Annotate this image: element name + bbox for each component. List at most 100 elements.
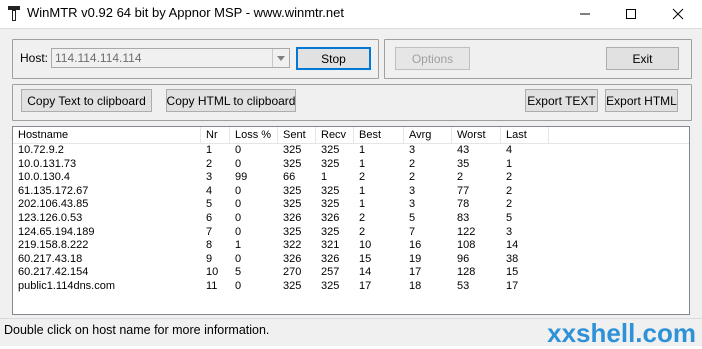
- host-label: Host:: [20, 51, 49, 65]
- cell-recv: 325: [321, 280, 340, 292]
- cell-recv: 1: [321, 171, 328, 184]
- cell-hostname[interactable]: 10.0.130.4: [13, 171, 70, 184]
- export-html-button[interactable]: Export HTML: [605, 89, 678, 112]
- cell-hostname[interactable]: public1.114dns.com: [13, 280, 115, 293]
- table-row[interactable]: 10.72.9.2 1 0 325 325 1 3 43 4: [13, 144, 689, 158]
- cell-recv: 325: [321, 225, 340, 238]
- cell-last: 4: [506, 144, 513, 156]
- table-row[interactable]: 60.217.42.154 10 5 270 257 14 17 128 15: [13, 266, 689, 280]
- cell-worst: 108: [457, 239, 476, 252]
- column-header-worst[interactable]: Worst: [452, 127, 501, 143]
- column-header-nr[interactable]: Nr: [201, 127, 230, 143]
- cell-nr: 9: [206, 252, 213, 265]
- cell-best: 1: [359, 184, 366, 197]
- table-row[interactable]: 10.0.131.73 2 0 325 325 1 2 35 1: [13, 158, 689, 172]
- cell-recv: 325: [321, 157, 340, 170]
- table-row[interactable]: 61.135.172.67 4 0 325 325 1 3 77 2: [13, 185, 689, 199]
- copy-text-button[interactable]: Copy Text to clipboard: [21, 89, 152, 112]
- column-header-sent[interactable]: Sent: [278, 127, 316, 143]
- stop-button[interactable]: Stop: [296, 47, 371, 70]
- cell-hostname[interactable]: 10.0.131.73: [13, 158, 76, 171]
- cell-loss: 0: [235, 144, 242, 156]
- cell-nr: 5: [206, 198, 213, 211]
- results-table[interactable]: Hostname Nr Loss % Sent Recv Best Avrg W…: [12, 126, 690, 315]
- cell-sent: 325: [283, 225, 302, 238]
- cell-worst: 2: [457, 171, 464, 184]
- cell-loss: 0: [235, 225, 242, 238]
- column-header-avrg[interactable]: Avrg: [404, 127, 452, 143]
- cell-hostname[interactable]: 61.135.172.67: [13, 185, 88, 198]
- chevron-down-icon: [277, 55, 285, 61]
- cell-loss: 99: [235, 171, 248, 184]
- cell-hostname[interactable]: 123.126.0.53: [13, 212, 82, 225]
- cell-hostname[interactable]: 124.65.194.189: [13, 226, 94, 239]
- export-text-button[interactable]: Export TEXT: [525, 89, 598, 112]
- cell-last: 17: [506, 280, 519, 292]
- cell-sent: 326: [283, 212, 302, 224]
- cell-avrg: 19: [409, 252, 422, 265]
- cell-avrg: 2: [409, 157, 416, 170]
- cell-loss: 0: [235, 252, 242, 265]
- table-row[interactable]: public1.114dns.com 11 0 325 325 17 18 53 17: [13, 280, 689, 294]
- maximize-icon: [626, 9, 636, 19]
- cell-avrg: 3: [409, 198, 416, 211]
- cell-sent: 270: [283, 266, 302, 279]
- maximize-button[interactable]: [608, 0, 654, 28]
- cell-last: 2: [506, 198, 513, 211]
- column-header-best[interactable]: Best: [354, 127, 404, 143]
- table-row[interactable]: 202.106.43.85 5 0 325 325 1 3 78 2: [13, 198, 689, 212]
- close-button[interactable]: [655, 0, 701, 28]
- cell-best: 1: [359, 144, 366, 156]
- cell-sent: 325: [283, 280, 302, 292]
- cell-nr: 10: [206, 266, 219, 279]
- table-row[interactable]: 219.158.8.222 8 1 322 321 10 16 108 14: [13, 239, 689, 253]
- cell-hostname[interactable]: 60.217.43.18: [13, 253, 82, 266]
- cell-hostname[interactable]: 202.106.43.85: [13, 198, 88, 211]
- cell-loss: 5: [235, 266, 242, 279]
- column-header-hostname[interactable]: Hostname: [13, 127, 201, 143]
- cell-recv: 326: [321, 252, 340, 265]
- minimize-button[interactable]: [562, 0, 608, 28]
- table-row[interactable]: 60.217.43.18 9 0 326 326 15 19 96 38: [13, 253, 689, 267]
- cell-nr: 2: [206, 157, 213, 170]
- column-header-loss[interactable]: Loss %: [230, 127, 278, 143]
- options-button[interactable]: Options: [395, 47, 470, 70]
- minimize-icon: [580, 13, 590, 15]
- cell-hostname[interactable]: 10.72.9.2: [13, 144, 64, 157]
- cell-avrg: 2: [409, 171, 416, 184]
- cell-sent: 326: [283, 252, 302, 265]
- copy-html-button[interactable]: Copy HTML to clipboard: [166, 89, 296, 112]
- cell-last: 38: [506, 252, 519, 265]
- cell-recv: 257: [321, 266, 340, 279]
- cell-loss: 0: [235, 184, 242, 197]
- cell-nr: 11: [206, 280, 218, 292]
- host-combobox[interactable]: 114.114.114.114: [51, 48, 290, 68]
- title-bar: WinMTR v0.92 64 bit by Appnor MSP - www.…: [0, 0, 702, 28]
- cell-avrg: 3: [409, 184, 416, 197]
- cell-last: 3: [506, 225, 513, 238]
- cell-sent: 325: [283, 144, 302, 156]
- cell-loss: 1: [235, 239, 242, 252]
- dropdown-button[interactable]: [272, 49, 289, 67]
- cell-worst: 96: [457, 252, 470, 265]
- exit-button[interactable]: Exit: [606, 47, 679, 70]
- column-header-recv[interactable]: Recv: [316, 127, 354, 143]
- cell-worst: 78: [457, 198, 470, 211]
- cell-recv: 325: [321, 144, 340, 156]
- cell-hostname[interactable]: 219.158.8.222: [13, 239, 88, 252]
- cell-best: 2: [359, 171, 366, 184]
- cell-avrg: 16: [409, 239, 422, 252]
- cell-nr: 6: [206, 212, 213, 224]
- cell-last: 1: [506, 157, 513, 170]
- table-row[interactable]: 10.0.130.4 3 99 66 1 2 2 2 2: [13, 171, 689, 185]
- column-header-last[interactable]: Last: [501, 127, 549, 143]
- status-text: Double click on host name for more infor…: [4, 323, 270, 337]
- cell-avrg: 18: [409, 280, 422, 292]
- cell-last: 15: [506, 266, 519, 279]
- cell-sent: 325: [283, 184, 302, 197]
- table-row[interactable]: 123.126.0.53 6 0 326 326 2 5 83 5: [13, 212, 689, 226]
- table-row[interactable]: 124.65.194.189 7 0 325 325 2 7 122 3: [13, 226, 689, 240]
- cell-hostname[interactable]: 60.217.42.154: [13, 266, 88, 279]
- cell-best: 2: [359, 225, 366, 238]
- cell-nr: 7: [206, 225, 213, 238]
